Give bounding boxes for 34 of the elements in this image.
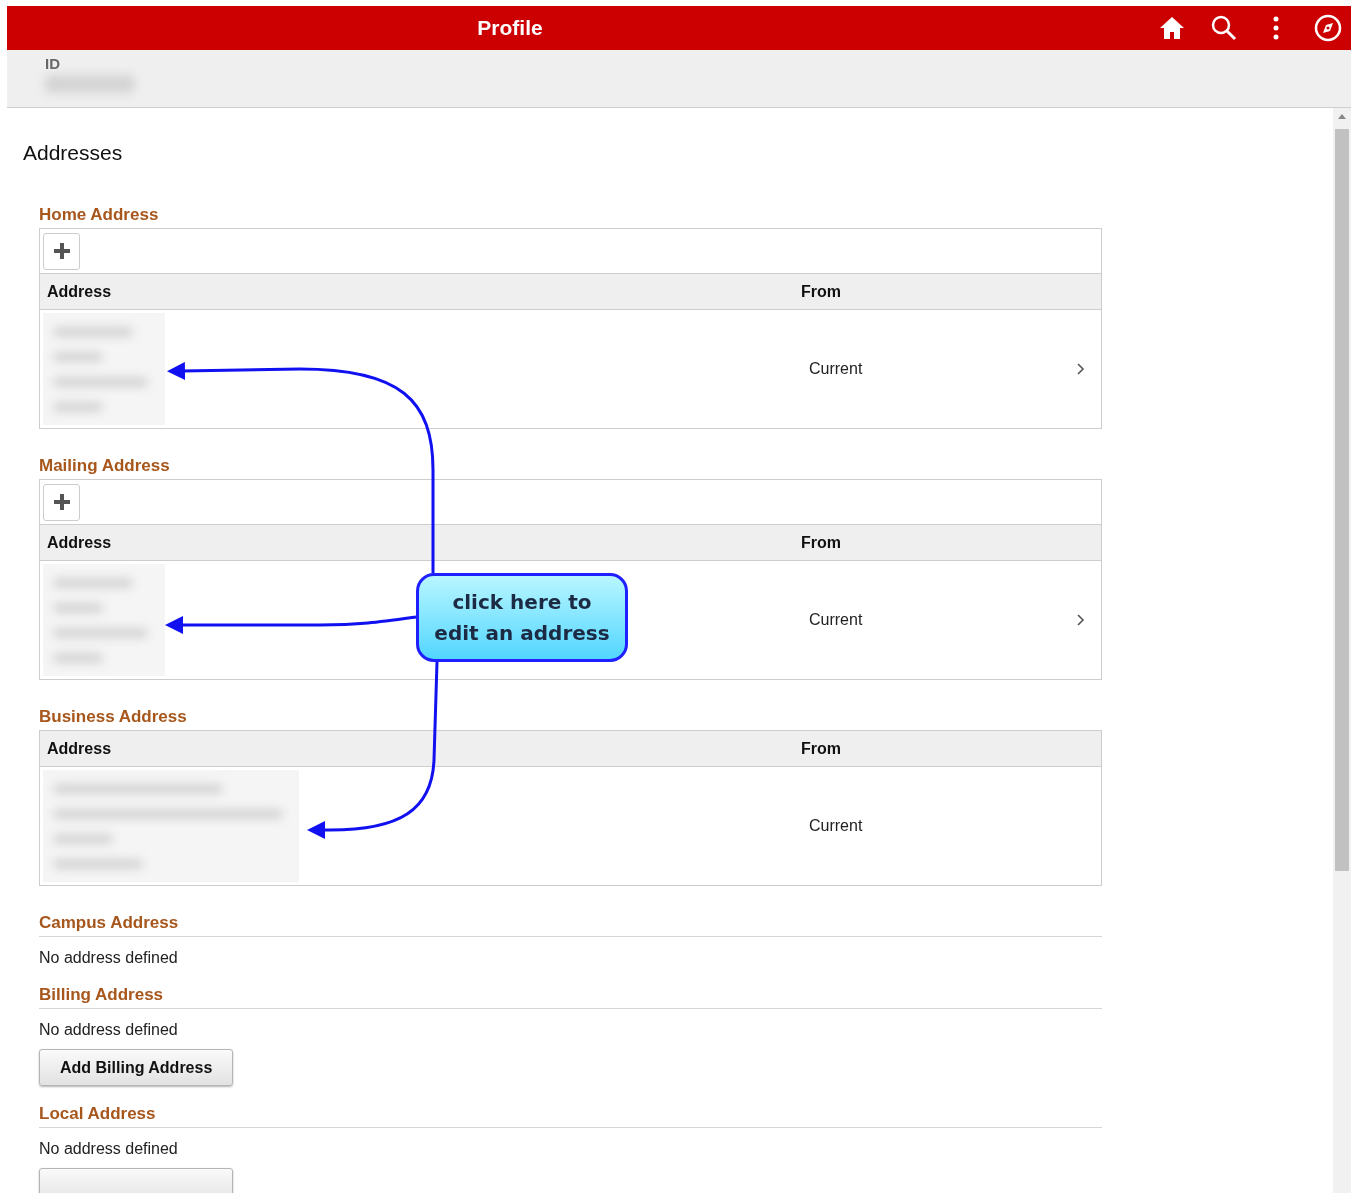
callout-text: edit an address: [434, 619, 610, 647]
chevron-right-icon[interactable]: [1077, 363, 1085, 375]
table-cell-text: Current: [808, 360, 864, 378]
chevron-right-icon[interactable]: [1077, 614, 1085, 626]
section-title: Business Address: [39, 707, 188, 727]
page-title: Addresses: [23, 141, 124, 165]
plus-icon: [52, 493, 71, 511]
table-cell-text: Current: [808, 817, 864, 835]
section-title: Campus Address: [39, 913, 1102, 937]
empty-message: No address defined: [39, 1021, 179, 1039]
plus-icon: [52, 242, 71, 260]
column-header: From: [801, 533, 841, 552]
section-title: Local Address: [39, 1104, 1102, 1128]
compass-icon[interactable]: [1313, 13, 1343, 43]
column-header: From: [801, 282, 841, 301]
column-header: Address: [46, 533, 113, 552]
section-title: Home Address: [39, 205, 160, 225]
empty-message: No address defined: [39, 949, 179, 967]
table-cell-text: Current: [808, 611, 864, 629]
add-address-button[interactable]: Add Billing Address: [39, 1049, 234, 1086]
add-button[interactable]: [43, 232, 80, 270]
page-header-title: Profile: [476, 16, 544, 40]
callout-text: click here to: [452, 588, 592, 616]
section-title: Mailing Address: [39, 456, 171, 476]
add-button[interactable]: [43, 483, 80, 521]
id-label: ID: [45, 55, 61, 72]
search-icon[interactable]: [1209, 13, 1239, 43]
scroll-up-icon[interactable]: [1338, 113, 1346, 119]
scrollbar[interactable]: [1333, 108, 1351, 1193]
empty-message: No address defined: [39, 1140, 179, 1158]
column-header: Address: [46, 739, 113, 758]
section-title: Billing Address: [39, 985, 1102, 1009]
column-header: From: [801, 739, 841, 758]
column-header: Address: [46, 282, 113, 301]
